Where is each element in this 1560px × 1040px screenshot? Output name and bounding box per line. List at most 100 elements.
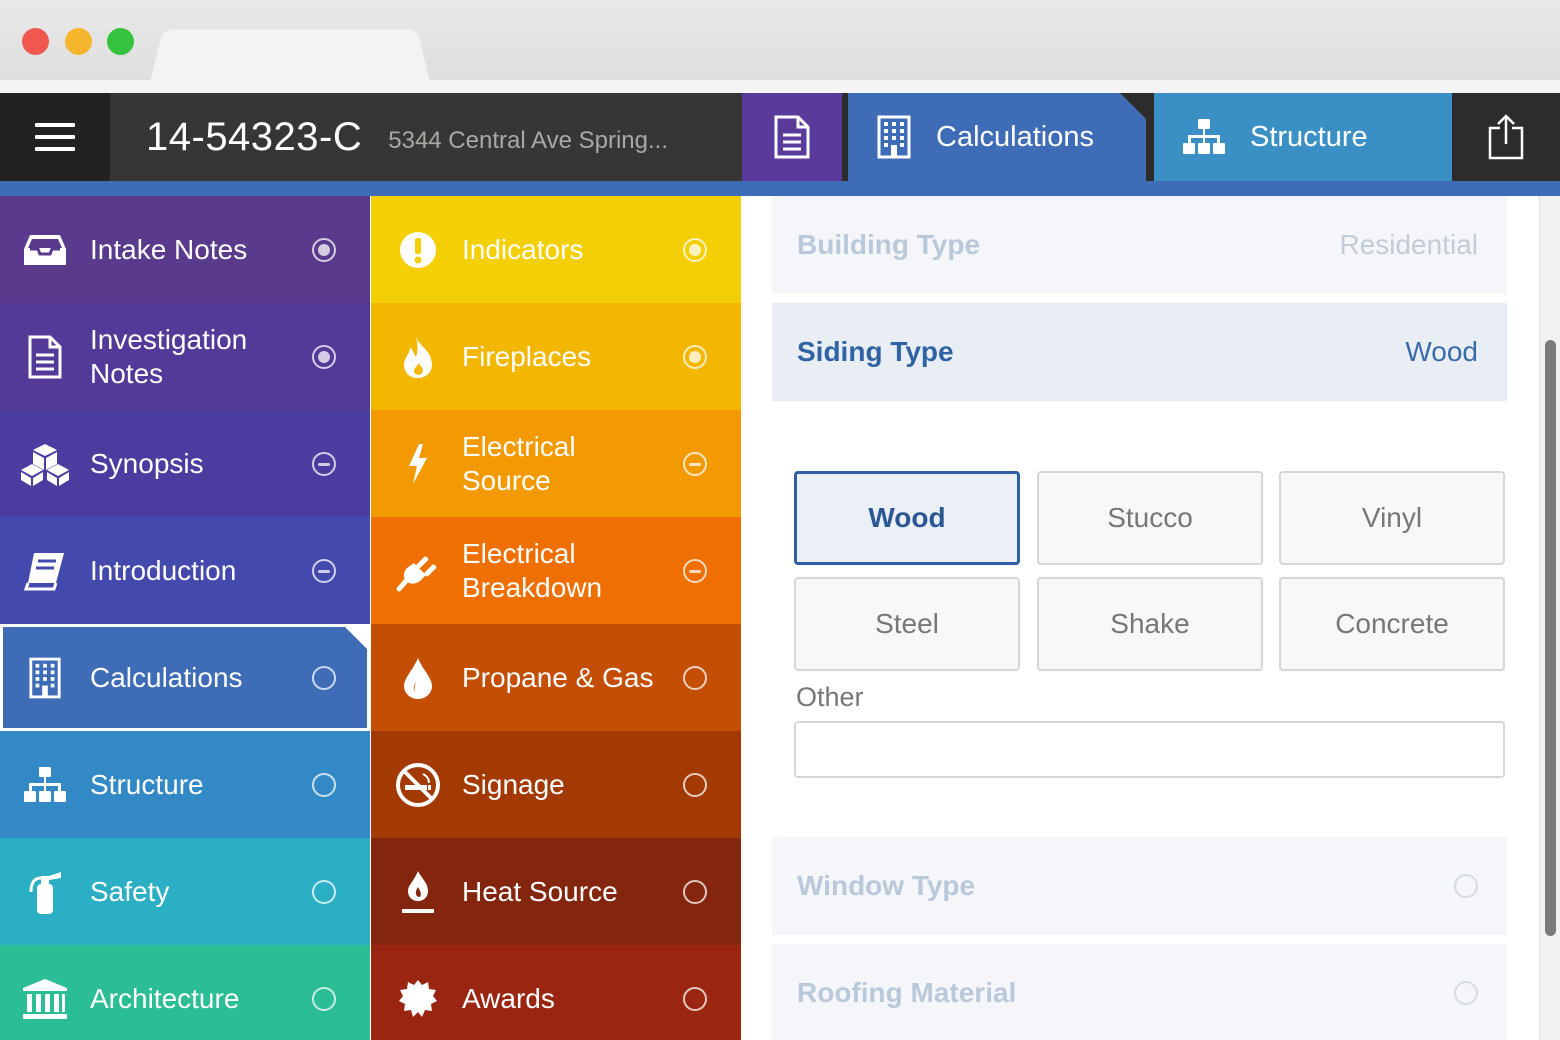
nav-item-intake-notes[interactable]: Intake Notes [0,196,370,303]
share-icon [1488,114,1524,160]
field-value: Wood [1405,336,1478,367]
lightning-icon [391,437,445,491]
status-indicator [312,772,336,797]
cubes-icon [18,437,72,491]
org-chart-icon [18,758,72,812]
maximize-window-button[interactable] [107,28,134,55]
status-indicator [683,665,707,690]
hamburger-menu-button[interactable] [0,93,110,181]
siding-option-steel[interactable]: Steel [794,577,1020,671]
nav-label: Introduction [90,554,237,586]
inbox-icon [18,223,72,277]
nav-item-electrical-breakdown[interactable]: Electrical Breakdown [371,517,741,624]
nav-label: Electrical Breakdown [462,537,603,603]
field-window-type[interactable]: Window Type [772,837,1507,935]
other-label: Other [796,682,864,712]
nav-label: Architecture [90,982,240,1014]
nav-label: Fireplaces [462,340,592,372]
calculations-form: Building Type Residential Siding Type Wo… [741,196,1539,1040]
nav-label: Investigation Notes [90,323,248,389]
field-siding-type[interactable]: Siding Type Wood [772,303,1507,401]
nav-item-indicators[interactable]: Indicators [371,196,741,303]
status-indicator [683,237,707,262]
nav-label: Electrical Source [462,430,576,496]
field-roofing-material[interactable]: Roofing Material [772,944,1507,1040]
status-indicator [683,344,707,369]
tab-calculations-label: Calculations [936,120,1094,153]
browser-chrome [0,0,1560,93]
nav-label: Safety [90,875,170,907]
no-smoking-icon [391,758,445,812]
exclamation-icon [391,223,445,277]
status-indicator [312,879,336,904]
tab-structure[interactable]: Structure [1154,93,1452,181]
nav-item-synopsis[interactable]: Synopsis [0,410,370,517]
field-label: Roofing Material [797,977,1017,1008]
status-indicator [312,451,336,476]
field-building-type[interactable]: Building Type Residential [772,196,1507,294]
other-siding-input[interactable] [794,721,1505,778]
nav-item-calculations[interactable]: Calculations [0,624,370,731]
status-indicator [312,986,336,1011]
status-indicator [683,772,707,797]
field-label: Building Type [797,229,981,260]
section-nav-right: Indicators Fireplaces Electrical Source … [371,196,741,1040]
gas-drop-icon [391,651,445,705]
header-accent-bar [0,181,1560,196]
siding-option-shake[interactable]: Shake [1037,577,1263,671]
document-icon [18,330,72,384]
field-value: Residential [1339,229,1478,260]
bank-icon [18,972,72,1026]
building-icon [18,651,72,705]
scrollbar-thumb[interactable] [1545,340,1556,936]
field-status-radio [1454,874,1478,898]
nav-label: Calculations [90,661,243,693]
tab-calculations[interactable]: Calculations [848,93,1146,181]
status-indicator [683,879,707,904]
case-info: 14-54323-C 5344 Central Ave Spring... [110,93,742,181]
book-icon [18,544,72,598]
status-indicator [312,237,336,262]
nav-label: Awards [462,982,555,1014]
field-label: Siding Type [797,336,954,367]
close-window-button[interactable] [22,28,49,55]
siding-option-stucco[interactable]: Stucco [1037,471,1263,565]
nav-item-architecture[interactable]: Architecture [0,945,370,1040]
plug-icon [391,544,445,598]
nav-label: Synopsis [90,447,204,479]
nav-item-heat-source[interactable]: Heat Source [371,838,741,945]
report-document-button[interactable] [742,93,842,181]
siding-option-vinyl[interactable]: Vinyl [1279,471,1505,565]
nav-item-awards[interactable]: Awards [371,945,741,1040]
nav-item-fireplaces[interactable]: Fireplaces [371,303,741,410]
fire-extinguisher-icon [18,865,72,919]
nav-item-structure[interactable]: Structure [0,731,370,838]
nav-item-safety[interactable]: Safety [0,838,370,945]
case-address: 5344 Central Ave Spring... [388,127,668,154]
status-indicator [683,986,707,1011]
status-indicator [312,665,336,690]
nav-item-electrical-source[interactable]: Electrical Source [371,410,741,517]
section-nav-left: Intake Notes Investigation Notes Synopsi… [0,196,370,1040]
nav-label: Propane & Gas [462,661,654,693]
minimize-window-button[interactable] [65,28,92,55]
nav-item-propane-gas[interactable]: Propane & Gas [371,624,741,731]
hamburger-icon [35,123,75,151]
share-button[interactable] [1452,93,1560,181]
nav-label: Intake Notes [90,233,248,265]
status-indicator [683,451,707,476]
field-status-radio [1454,981,1478,1005]
nav-item-investigation-notes[interactable]: Investigation Notes [0,303,370,410]
status-indicator [683,558,707,583]
nav-item-introduction[interactable]: Introduction [0,517,370,624]
flame-icon [391,330,445,384]
browser-tab[interactable] [150,29,430,82]
award-badge-icon [391,972,445,1026]
case-id: 14-54323-C [146,114,363,159]
siding-option-concrete[interactable]: Concrete [1279,577,1505,671]
building-icon [877,115,911,159]
siding-option-wood[interactable]: Wood [794,471,1020,565]
app-header: 14-54323-C 5344 Central Ave Spring... Ca… [0,93,1560,181]
nav-item-signage[interactable]: Signage [371,731,741,838]
scrollbar[interactable] [1539,196,1560,1040]
